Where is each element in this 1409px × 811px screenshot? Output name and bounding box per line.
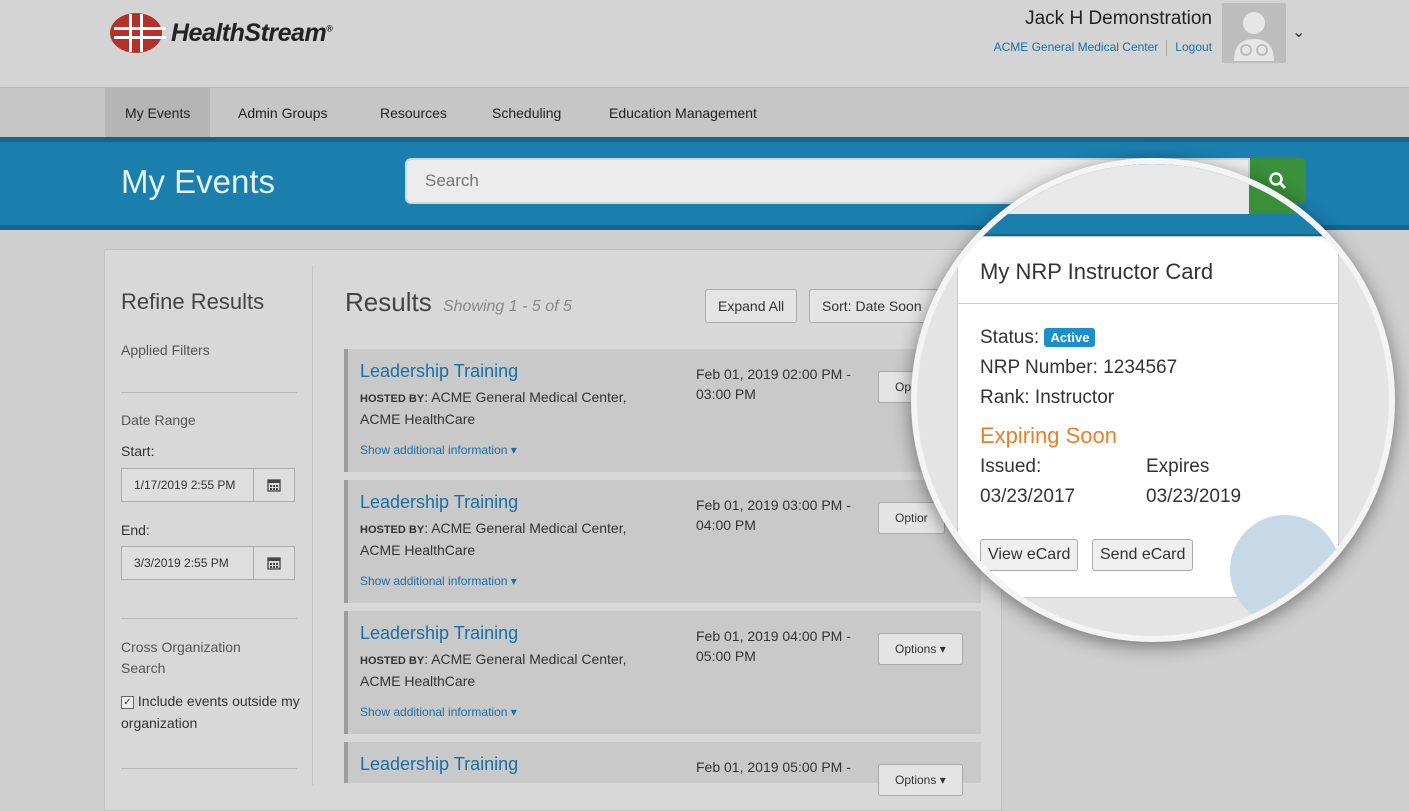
card-title: My NRP Instructor Card bbox=[980, 259, 1214, 284]
divider bbox=[121, 768, 297, 769]
view-ecard-button[interactable]: View eCard bbox=[980, 539, 1079, 571]
date-range-label: Date Range bbox=[121, 412, 196, 428]
nav-admin-groups[interactable]: Admin Groups bbox=[238, 88, 327, 138]
nrp-instructor-card: My NRP Instructor Card Status: Active NR… bbox=[957, 236, 1340, 625]
magnified-search-button bbox=[1249, 164, 1307, 214]
event-time: Feb 01, 2019 03:00 PM - 04:00 PM bbox=[696, 497, 851, 533]
expires-label: Expires bbox=[1146, 456, 1210, 477]
divider bbox=[121, 392, 297, 393]
nrp-seal-icon bbox=[1230, 515, 1340, 625]
include-outside-events-option[interactable]: ✓ Include events outside my organization bbox=[121, 690, 301, 734]
rank: Rank: Instructor bbox=[980, 387, 1115, 408]
show-additional-info-link[interactable]: Show additional information ▾ bbox=[360, 574, 517, 588]
include-outside-checkbox[interactable]: ✓ bbox=[121, 695, 134, 709]
event-time: Feb 01, 2019 02:00 PM - 03:00 PM bbox=[696, 366, 851, 402]
user-links: ACME General Medical Center Logout bbox=[994, 40, 1212, 56]
status-label: Status: bbox=[980, 327, 1040, 348]
calendar-icon bbox=[267, 479, 281, 492]
top-header: HealthStream® Jack H Demonstration ACME … bbox=[0, 0, 1409, 87]
event-host: HOSTED BY: ACME General Medical Center, … bbox=[360, 651, 627, 689]
avatar[interactable] bbox=[1222, 3, 1286, 63]
options-button[interactable]: Optior bbox=[878, 502, 945, 534]
brand-name: HealthStream® bbox=[171, 18, 333, 47]
user-avatar-icon bbox=[1234, 12, 1274, 61]
divider bbox=[1166, 40, 1168, 56]
start-date-field[interactable]: 1/17/2019 2:55 PM bbox=[121, 468, 295, 502]
expand-all-button[interactable]: Expand All bbox=[705, 289, 798, 323]
event-host: HOSTED BY: ACME General Medical Center, … bbox=[360, 520, 627, 558]
event-title-link[interactable]: Leadership Training bbox=[360, 361, 518, 382]
end-date-label: End: bbox=[121, 522, 150, 538]
refine-results-title: Refine Results bbox=[121, 289, 265, 314]
cross-organization-label: Cross Organization Search bbox=[121, 639, 241, 676]
chevron-down-icon[interactable]: ⌄ bbox=[1292, 22, 1305, 42]
event-time: Feb 01, 2019 05:00 PM - bbox=[696, 759, 851, 775]
status-badge: Active bbox=[1044, 328, 1096, 348]
expires-date: 03/23/2019 bbox=[1146, 486, 1242, 507]
page-title: My Events bbox=[121, 163, 276, 200]
results-title: Results bbox=[345, 287, 432, 317]
column-divider bbox=[312, 265, 313, 785]
nav-my-events[interactable]: My Events bbox=[105, 88, 211, 138]
options-button[interactable]: Options ▾ bbox=[878, 633, 963, 665]
nav-scheduling[interactable]: Scheduling bbox=[492, 88, 561, 138]
options-button[interactable]: Options ▾ bbox=[878, 764, 963, 796]
results-header: Results Showing 1 - 5 of 5 bbox=[345, 287, 572, 318]
sort-dropdown[interactable]: Sort: Date Soon bbox=[809, 289, 939, 323]
end-date-field[interactable]: 3/3/2019 2:55 PM bbox=[121, 546, 295, 580]
organization-link[interactable]: ACME General Medical Center bbox=[994, 40, 1159, 56]
expiring-soon-label: Expiring Soon bbox=[980, 423, 1117, 448]
show-additional-info-link[interactable]: Show additional information ▾ bbox=[360, 705, 517, 719]
applied-filters-label: Applied Filters bbox=[121, 342, 210, 358]
event-title-link[interactable]: Leadership Training bbox=[360, 754, 518, 775]
user-name: Jack H Demonstration bbox=[1025, 8, 1212, 29]
nav-education-management[interactable]: Education Management bbox=[609, 88, 757, 138]
start-calendar-button[interactable] bbox=[253, 469, 294, 501]
event-time: Feb 01, 2019 04:00 PM - 05:00 PM bbox=[696, 628, 851, 664]
event-card: Leadership Training Feb 01, 2019 05:00 P… bbox=[344, 742, 981, 796]
status-line: Status: Active bbox=[980, 327, 1096, 349]
send-ecard-button[interactable]: Send eCard bbox=[1092, 539, 1194, 571]
magnified-search-field bbox=[917, 164, 1257, 214]
magnified-card-callout: My NRP Instructor Card Status: Active NR… bbox=[911, 158, 1395, 642]
end-calendar-button[interactable] bbox=[253, 547, 294, 579]
start-date-label: Start: bbox=[121, 443, 155, 459]
nrp-number: NRP Number: 1234567 bbox=[980, 357, 1178, 378]
magnified-banner bbox=[917, 164, 1389, 240]
issued-date: 03/23/2017 bbox=[980, 486, 1076, 507]
logout-link[interactable]: Logout bbox=[1175, 40, 1212, 56]
show-additional-info-link[interactable]: Show additional information ▾ bbox=[360, 443, 517, 457]
results-count: Showing 1 - 5 of 5 bbox=[442, 298, 572, 315]
include-outside-label: Include events outside my organization bbox=[121, 693, 300, 731]
event-card: Leadership Training HOSTED BY: ACME Gene… bbox=[344, 349, 981, 472]
issued-label: Issued: bbox=[980, 456, 1042, 477]
event-card: Leadership Training HOSTED BY: ACME Gene… bbox=[344, 480, 981, 603]
event-host: HOSTED BY: ACME General Medical Center, … bbox=[360, 389, 627, 427]
calendar-icon bbox=[267, 557, 281, 570]
healthstream-logo[interactable]: HealthStream® bbox=[109, 12, 333, 54]
event-card: Leadership Training HOSTED BY: ACME Gene… bbox=[344, 611, 981, 734]
main-nav: My Events Admin Groups Resources Schedul… bbox=[0, 87, 1409, 138]
event-title-link[interactable]: Leadership Training bbox=[360, 623, 518, 644]
divider bbox=[121, 618, 297, 619]
healthstream-logo-icon bbox=[110, 13, 166, 53]
end-date-value: 3/3/2019 2:55 PM bbox=[134, 556, 229, 570]
nav-resources[interactable]: Resources bbox=[380, 88, 447, 138]
divider bbox=[958, 303, 1338, 304]
start-date-value: 1/17/2019 2:55 PM bbox=[134, 478, 236, 492]
search-icon bbox=[1267, 177, 1288, 198]
event-title-link[interactable]: Leadership Training bbox=[360, 492, 518, 513]
